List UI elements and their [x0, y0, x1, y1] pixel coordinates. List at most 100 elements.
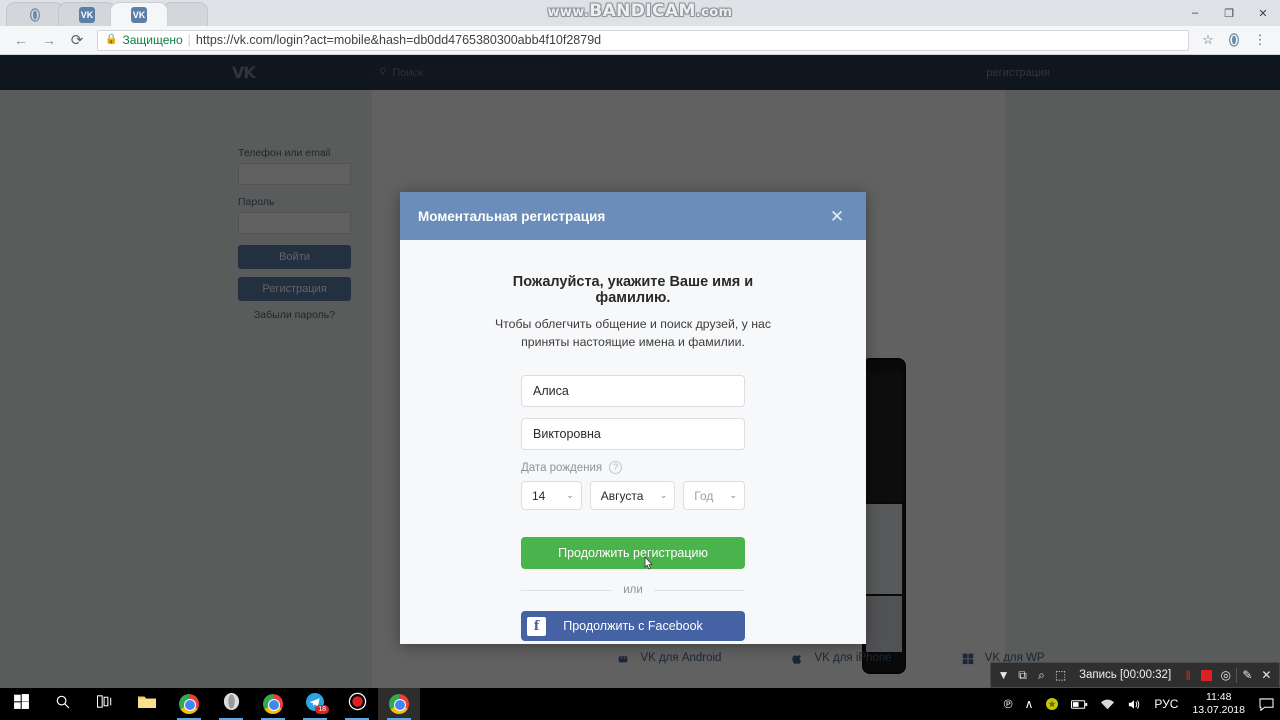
continue-facebook-button[interactable]: f Продолжить с Facebook [521, 611, 745, 641]
opera-icon [222, 692, 241, 716]
taskbar-item-opera[interactable] [210, 688, 252, 720]
vk-page: VK ⚲ Поиск регистрация Телефон или email… [0, 55, 1280, 688]
dob-month-value: Августа [600, 488, 644, 503]
opera-extension-icon[interactable] [1222, 28, 1246, 52]
taskbar-item-chrome-1[interactable] [168, 688, 210, 720]
tab-vk-2[interactable]: VK [110, 2, 168, 26]
pause-button[interactable]: ‖ [1179, 664, 1196, 686]
or-divider: или [521, 584, 745, 596]
chrome-icon [263, 694, 283, 714]
notification-center-icon[interactable] [1253, 688, 1280, 720]
browser-menu-icon[interactable]: ⋮ [1248, 28, 1272, 52]
dob-label: Дата рождения [521, 461, 603, 474]
minimize-button[interactable]: – [1178, 0, 1212, 26]
dob-day-select[interactable]: 14 ⌄ [521, 481, 582, 510]
bandicam-divider [1236, 667, 1237, 683]
bandicam-region-icon[interactable]: ⬚ [1052, 664, 1069, 686]
divider-line-right [653, 589, 745, 591]
modal-header: Моментальная регистрация ✕ [400, 192, 866, 240]
draw-pencil-icon[interactable]: ✎ [1239, 664, 1256, 686]
modal-heading: Пожалуйста, укажите Ваше имя и фамилию. [512, 274, 754, 306]
shield-icon[interactable] [1039, 688, 1065, 720]
facebook-icon: f [527, 616, 546, 636]
telegram-badge: 18 [315, 705, 329, 714]
chevron-down-icon: ⌄ [566, 490, 574, 500]
people-icon[interactable]: ℗ [998, 688, 1019, 720]
registration-modal: Моментальная регистрация ✕ Пожалуйста, у… [400, 192, 866, 644]
battery-icon[interactable] [1065, 688, 1094, 720]
address-bar[interactable]: 🔒 Защищено | https://vk.com/login?act=mo… [97, 29, 1189, 51]
taskbar-search-button[interactable] [42, 688, 84, 720]
chevron-up-icon[interactable]: ∧ [1019, 688, 1040, 720]
start-button[interactable] [0, 688, 42, 720]
dob-year-value: Год [694, 488, 714, 503]
forward-button[interactable]: → [36, 27, 62, 53]
omnibox-divider: | [187, 33, 191, 47]
dob-month-select[interactable]: Августа ⌄ [589, 481, 676, 510]
dob-label-row: Дата рождения ? [521, 461, 745, 474]
tab-vk-1[interactable]: VK [58, 2, 116, 26]
taskbar-item-explorer[interactable] [126, 688, 168, 720]
chevron-down-icon: ⌄ [729, 490, 737, 500]
close-window-button[interactable]: ✕ [1246, 0, 1280, 26]
divider-line-left [521, 589, 613, 591]
chrome-icon [179, 694, 199, 714]
opera-icon [27, 7, 43, 23]
tab-strip: VK VK – ❐ ✕ [0, 0, 1280, 26]
taskbar-item-bandicam[interactable] [336, 688, 378, 720]
chevron-down-icon: ⌄ [659, 490, 668, 500]
modal-body: Пожалуйста, укажите Ваше имя и фамилию. … [400, 240, 866, 644]
record-icon [348, 692, 367, 716]
reload-button[interactable]: ⟳ [64, 27, 90, 53]
bandicam-close-icon[interactable]: ✕ [1258, 664, 1275, 686]
vk-icon: VK [131, 6, 147, 23]
maximize-button[interactable]: ❐ [1212, 0, 1246, 26]
bandicam-toolbar: ▼ ⧉ ⌕ ⬚ Запись [00:00:32] ‖ ◎ ✎ ✕ [990, 662, 1280, 688]
clock-time: 11:48 [1205, 691, 1232, 703]
tab-opera[interactable] [6, 2, 64, 26]
recording-status: Запись [00:00:32] [1079, 669, 1172, 681]
bookmark-star-icon[interactable]: ☆ [1196, 28, 1220, 52]
chrome-icon [389, 694, 409, 714]
windows-start-icon [13, 693, 30, 715]
close-icon[interactable]: ✕ [826, 205, 848, 227]
back-button[interactable]: ← [8, 27, 34, 53]
clock-date: 13.07.2018 [1192, 704, 1245, 716]
search-icon [55, 694, 71, 715]
wifi-icon[interactable] [1094, 688, 1121, 720]
url-text: https://vk.com/login?act=mobile&hash=db0… [195, 33, 602, 47]
taskbar-item-telegram[interactable]: 18 [294, 688, 336, 720]
windows-taskbar: 18 ℗ ∧ РУС 11:48 13.07.2018 [0, 688, 1280, 720]
folder-icon [137, 693, 157, 715]
bandicam-search-icon[interactable]: ⌕ [1033, 664, 1050, 686]
last-name-input[interactable]: Викторовна [521, 418, 745, 450]
new-tab-button[interactable] [162, 2, 208, 26]
lock-icon: 🔒 [105, 34, 118, 45]
vk-icon: VK [79, 6, 95, 23]
bandicam-dropdown-icon[interactable]: ▼ [995, 664, 1012, 686]
bandicam-window-icon[interactable]: ⧉ [1014, 664, 1031, 686]
modal-title: Моментальная регистрация [418, 208, 606, 224]
clock[interactable]: 11:48 13.07.2018 [1184, 688, 1253, 720]
or-label: или [623, 584, 643, 596]
stop-square-icon [1201, 669, 1213, 681]
stop-button[interactable] [1198, 664, 1215, 686]
language-indicator[interactable]: РУС [1148, 688, 1184, 720]
volume-icon[interactable] [1121, 688, 1148, 720]
browser-toolbar: ← → ⟳ 🔒 Защищено | https://vk.com/login?… [0, 26, 1280, 55]
dob-year-select[interactable]: Год ⌄ [683, 481, 745, 510]
continue-registration-button[interactable]: Продолжить регистрацию [521, 537, 745, 569]
dob-selects: 14 ⌄ Августа ⌄ Год ⌄ [521, 481, 745, 510]
modal-subtext: Чтобы облегчить общение и поиск друзей, … [494, 317, 771, 349]
screenshot-camera-icon[interactable]: ◎ [1217, 664, 1234, 686]
secure-label: Защищено [122, 33, 183, 47]
taskview-icon [96, 694, 114, 714]
task-view-button[interactable] [84, 688, 126, 720]
facebook-button-label: Продолжить с Facebook [563, 619, 703, 633]
dob-day-value: 14 [532, 488, 546, 503]
taskbar-item-chrome-2[interactable] [252, 688, 294, 720]
help-icon[interactable]: ? [609, 461, 623, 474]
first-name-input[interactable]: Алиса [521, 375, 745, 407]
taskbar-item-chrome-3[interactable] [378, 688, 420, 720]
window-controls: – ❐ ✕ [1178, 0, 1280, 26]
